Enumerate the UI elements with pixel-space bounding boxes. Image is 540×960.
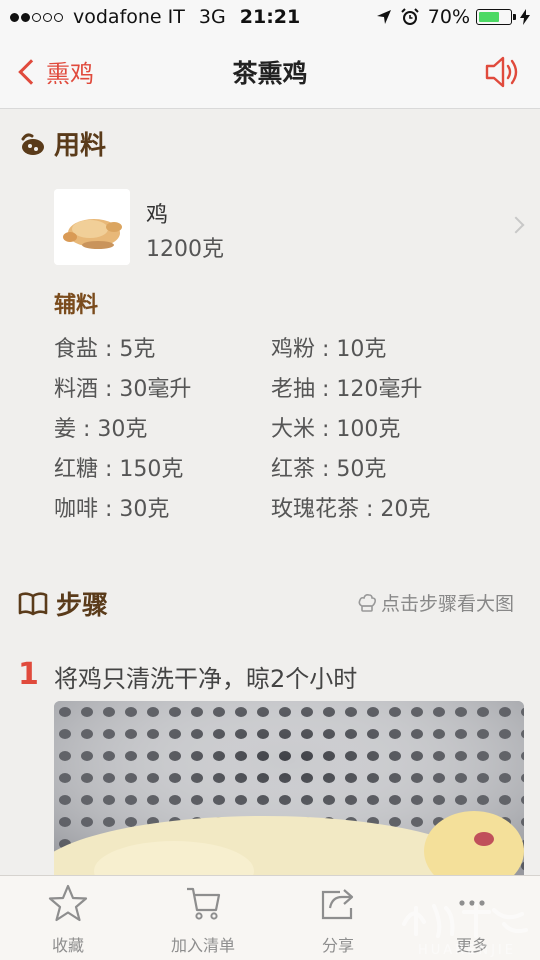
step-description: 将鸡只清洗干净，晾2个小时 — [54, 665, 358, 693]
watermark-logo: HUARENJIE — [394, 894, 534, 958]
steps-heading-text: 步骤 — [56, 591, 109, 621]
ingredient-item: 老抽 : 120毫升 — [271, 377, 423, 402]
status-bar: vodafone IT 3G 21:21 70% — [0, 0, 540, 36]
cart-icon — [187, 887, 221, 920]
main-ingredient-name: 鸡 — [146, 203, 169, 228]
add-to-list-label: 加入清单 — [170, 936, 235, 955]
navigation-bar: 熏鸡 茶熏鸡 — [0, 36, 540, 109]
ingredient-item: 红糖 : 150克 — [54, 457, 184, 482]
chicken-image — [54, 189, 130, 265]
status-right: 70% — [376, 6, 530, 28]
main-ingredient-row[interactable]: 鸡 1200克 — [54, 189, 525, 265]
favorite-button[interactable]: 收藏 — [8, 884, 128, 956]
step-photo[interactable] — [54, 701, 524, 875]
ingredient-thumbnail — [54, 189, 130, 265]
step-number: 1 — [18, 657, 39, 692]
battery-percent: 70% — [427, 6, 470, 28]
secondary-ingredients-heading: 辅料 — [54, 293, 99, 318]
recipe-content[interactable]: 用料 鸡 1200克 辅料 食盐 : 5克 鸡粉 : 10克 料酒 : 30毫升… — [0, 109, 540, 875]
speaker-icon[interactable] — [484, 54, 522, 90]
bottom-toolbar: 收藏 加入清单 分享 更多 HUARENJIE — [0, 875, 540, 960]
chicken-in-colander-image — [54, 701, 524, 875]
ingredient-item: 鸡粉 : 10克 — [271, 337, 387, 362]
charging-bolt-icon — [520, 9, 530, 25]
alarm-icon — [401, 8, 419, 25]
ingredients-heading-text: 用料 — [54, 131, 107, 161]
favorite-label: 收藏 — [51, 936, 84, 955]
location-arrow-icon — [376, 10, 391, 24]
battery-icon — [476, 9, 516, 25]
add-to-list-button[interactable]: 加入清单 — [143, 884, 263, 956]
chef-hat-icon — [358, 593, 376, 612]
share-label: 分享 — [321, 936, 354, 955]
share-icon — [321, 889, 354, 920]
watermark-calligraphy — [402, 902, 528, 938]
main-ingredient-amount: 1200克 — [146, 237, 224, 262]
ingredient-item: 玫瑰花茶 : 20克 — [271, 497, 431, 522]
watermark-text: HUARENJIE — [417, 943, 516, 958]
share-button[interactable]: 分享 — [278, 884, 398, 956]
steps-heading: 步骤 — [18, 585, 108, 622]
ingredients-icon — [21, 133, 44, 155]
star-icon — [48, 884, 88, 922]
page-title: 茶熏鸡 — [232, 59, 308, 88]
hint-text: 点击步骤看大图 — [380, 593, 514, 615]
ingredient-item: 料酒 : 30毫升 — [54, 377, 192, 402]
book-icon — [18, 591, 48, 615]
ingredient-item: 姜 : 30克 — [54, 417, 148, 442]
ingredient-item: 咖啡 : 30克 — [54, 497, 170, 522]
ingredient-item: 食盐 : 5克 — [54, 337, 156, 362]
ingredient-item: 大米 : 100克 — [271, 417, 401, 442]
ingredients-heading: 用料 — [18, 125, 106, 162]
ingredient-item: 红茶 : 50克 — [271, 457, 387, 482]
view-large-image-hint[interactable]: 点击步骤看大图 — [357, 589, 514, 616]
chevron-right-icon — [507, 216, 525, 234]
